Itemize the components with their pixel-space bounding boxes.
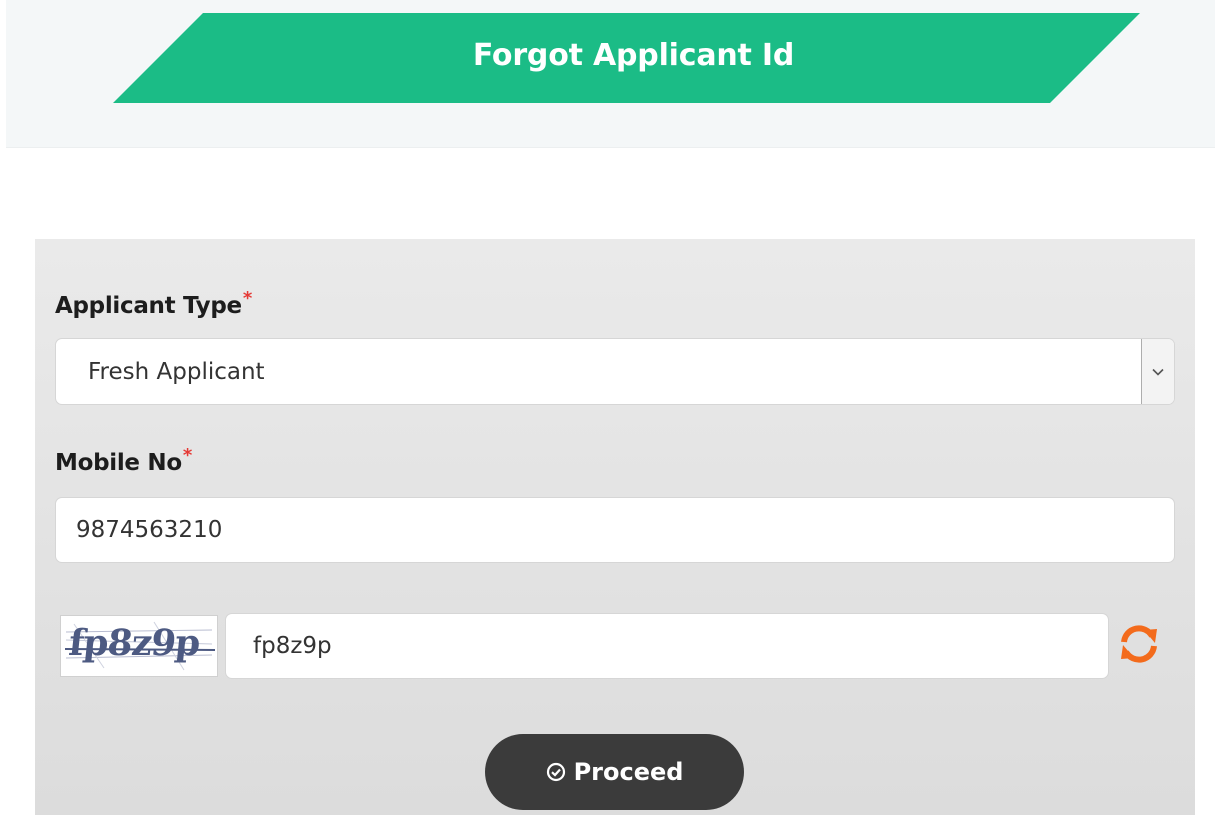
select-arrow[interactable] (1141, 339, 1174, 404)
required-asterisk: * (242, 288, 252, 309)
captcha-input[interactable]: fp8z9p (225, 613, 1109, 679)
required-asterisk: * (182, 445, 193, 466)
applicant-type-selected-value: Fresh Applicant (88, 358, 265, 385)
chevron-down-icon (1152, 368, 1164, 376)
applicant-type-select[interactable]: Fresh Applicant (55, 338, 1175, 405)
applicant-type-label-text: Applicant Type (55, 293, 242, 319)
mobile-no-input[interactable]: 9874563210 (55, 497, 1175, 563)
captcha-input-value: fp8z9p (253, 633, 332, 659)
proceed-button[interactable]: Proceed (485, 734, 744, 810)
mobile-no-label: Mobile No* (55, 445, 192, 476)
mobile-no-value: 9874563210 (76, 517, 223, 543)
captcha-image: fp8z9p (60, 615, 218, 677)
check-circle-icon (546, 762, 565, 782)
applicant-type-label: Applicant Type* (55, 288, 252, 319)
proceed-button-label: Proceed (573, 758, 684, 786)
refresh-icon[interactable] (1117, 622, 1161, 666)
mobile-no-label-text: Mobile No (55, 450, 182, 476)
title-banner: Forgot Applicant Id (113, 13, 1140, 103)
header-band: Forgot Applicant Id (6, 0, 1215, 148)
forgot-id-form: Applicant Type* Fresh Applicant Mobile N… (35, 239, 1195, 815)
page-title: Forgot Applicant Id (472, 37, 795, 73)
captcha-strike (65, 648, 215, 651)
